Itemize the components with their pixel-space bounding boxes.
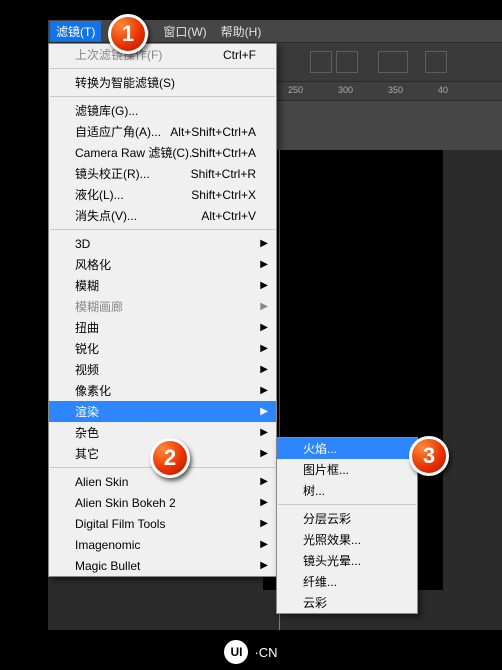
menu-imagenomic[interactable]: Imagenomic▶ xyxy=(49,534,276,555)
submenu-picture-frame[interactable]: 图片框... xyxy=(277,459,417,480)
menu-smart-filter[interactable]: 转换为智能滤镜(S) xyxy=(49,72,276,93)
submenu-fibers[interactable]: 纤维... xyxy=(277,571,417,592)
menu-last-filter: 上次滤镜操作(F)Ctrl+F xyxy=(49,44,276,65)
chevron-right-icon: ▶ xyxy=(260,539,268,550)
menu-alien-bokeh[interactable]: Alien Skin Bokeh 2▶ xyxy=(49,492,276,513)
menu-filter[interactable]: 滤镜(T) xyxy=(50,21,101,42)
submenu-flame[interactable]: 火焰... xyxy=(277,438,417,459)
watermark-text: ·CN xyxy=(254,645,277,660)
filter-menu[interactable]: 上次滤镜操作(F)Ctrl+F 转换为智能滤镜(S) 滤镜库(G)... 自适应… xyxy=(48,43,277,577)
menu-sharpen[interactable]: 锐化▶ xyxy=(49,338,276,359)
callout-badge-1: 1 xyxy=(108,14,148,54)
callout-badge-3: 3 xyxy=(409,436,449,476)
separator xyxy=(278,504,416,505)
menu-distort[interactable]: 扭曲▶ xyxy=(49,317,276,338)
watermark: UI ·CN xyxy=(0,640,502,664)
ruler-tick: 350 xyxy=(388,85,403,95)
menu-lens-correct[interactable]: 镜头校正(R)...Shift+Ctrl+R xyxy=(49,163,276,184)
chevron-right-icon: ▶ xyxy=(260,406,268,417)
separator xyxy=(50,96,275,97)
menu-liquify[interactable]: 液化(L)...Shift+Ctrl+X xyxy=(49,184,276,205)
chevron-right-icon: ▶ xyxy=(260,518,268,529)
menu-dft[interactable]: Digital Film Tools▶ xyxy=(49,513,276,534)
chevron-right-icon: ▶ xyxy=(260,560,268,571)
chevron-right-icon: ▶ xyxy=(260,476,268,487)
separator xyxy=(50,229,275,230)
menu-help[interactable]: 帮助(H) xyxy=(221,23,262,40)
menu-camera-raw[interactable]: Camera Raw 滤镜(C)...Shift+Ctrl+A xyxy=(49,142,276,163)
chevron-right-icon: ▶ xyxy=(260,280,268,291)
chevron-right-icon: ▶ xyxy=(260,322,268,333)
align-icon-2[interactable] xyxy=(336,51,358,73)
chevron-right-icon: ▶ xyxy=(260,364,268,375)
submenu-lens-flare[interactable]: 镜头光晕... xyxy=(277,550,417,571)
menu-3d[interactable]: 3D▶ xyxy=(49,233,276,254)
ui-logo-icon: UI xyxy=(224,640,248,664)
chevron-right-icon: ▶ xyxy=(260,343,268,354)
menu-blur[interactable]: 模糊▶ xyxy=(49,275,276,296)
menu-magic-bullet[interactable]: Magic Bullet▶ xyxy=(49,555,276,576)
submenu-tree[interactable]: 树... xyxy=(277,480,417,501)
chevron-right-icon: ▶ xyxy=(260,238,268,249)
menu-video[interactable]: 视频▶ xyxy=(49,359,276,380)
ruler-tick: 40 xyxy=(438,85,448,95)
ruler-tick: 300 xyxy=(338,85,353,95)
ruler-tick: 250 xyxy=(288,85,303,95)
menu-blur-gallery: 模糊画廊▶ xyxy=(49,296,276,317)
distribute-icon[interactable] xyxy=(378,51,408,73)
chevron-right-icon: ▶ xyxy=(260,259,268,270)
chevron-right-icon: ▶ xyxy=(260,448,268,459)
menu-filter-gallery[interactable]: 滤镜库(G)... xyxy=(49,100,276,121)
menu-pixelate[interactable]: 像素化▶ xyxy=(49,380,276,401)
menu-adaptive-wide[interactable]: 自适应广角(A)...Alt+Shift+Ctrl+A xyxy=(49,121,276,142)
separator xyxy=(50,68,275,69)
menu-window[interactable]: 窗口(W) xyxy=(163,23,206,40)
menu-vanishing-point[interactable]: 消失点(V)...Alt+Ctrl+V xyxy=(49,205,276,226)
chevron-right-icon: ▶ xyxy=(260,301,268,312)
chevron-right-icon: ▶ xyxy=(260,427,268,438)
chevron-right-icon: ▶ xyxy=(260,497,268,508)
tool-icon[interactable] xyxy=(425,51,447,73)
chevron-right-icon: ▶ xyxy=(260,385,268,396)
submenu-clouds[interactable]: 云彩 xyxy=(277,592,417,613)
menu-stylize[interactable]: 风格化▶ xyxy=(49,254,276,275)
callout-badge-2: 2 xyxy=(150,438,190,478)
align-icon[interactable] xyxy=(310,51,332,73)
submenu-diff-clouds[interactable]: 分层云彩 xyxy=(277,508,417,529)
render-submenu[interactable]: 火焰... 图片框... 树... 分层云彩 光照效果... 镜头光晕... 纤… xyxy=(276,437,418,614)
menu-render[interactable]: 渲染▶ xyxy=(49,401,276,422)
submenu-lighting[interactable]: 光照效果... xyxy=(277,529,417,550)
